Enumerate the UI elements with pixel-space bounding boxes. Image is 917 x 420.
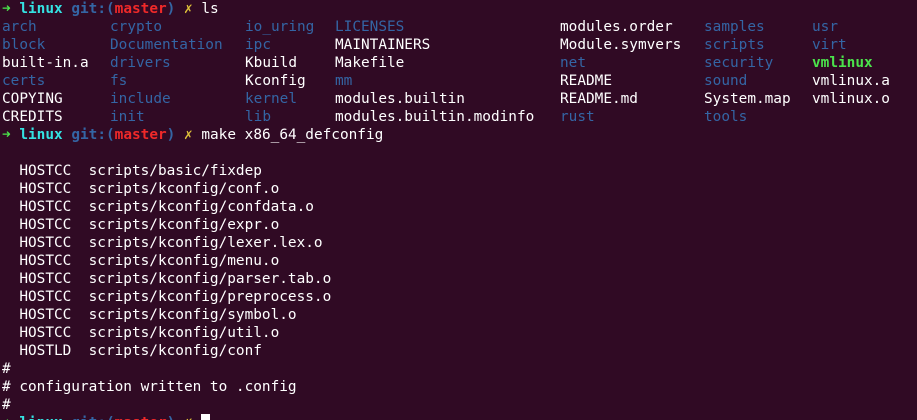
- prompt-git-prefix: git:(: [71, 1, 115, 17]
- ls-entry: Documentation: [110, 37, 223, 53]
- output-line: HOSTCC scripts/kconfig/confdata.o: [2, 199, 314, 215]
- ls-column: io_uring ipc Kbuild Kconfig kernel lib: [245, 18, 314, 126]
- prompt-line-2: ➜ linux git:(master) ✗ make x86_64_defco…: [2, 126, 917, 144]
- ls-entry: mm: [335, 73, 353, 89]
- ls-column: modules.order Module.symvers net README …: [560, 18, 681, 126]
- prompt-dir: linux: [19, 127, 63, 143]
- ls-entry: modules.builtin: [335, 91, 465, 107]
- prompt-line-3[interactable]: ➜ linux git:(master) ✗: [2, 414, 917, 420]
- ls-entry: vmlinux: [812, 55, 873, 71]
- ls-entry: certs: [2, 73, 46, 89]
- ls-entry: init: [110, 109, 145, 125]
- ls-entry: Kconfig: [245, 73, 306, 89]
- ls-entry: kernel: [245, 91, 297, 107]
- prompt-dir: linux: [19, 1, 63, 17]
- ls-entry: README: [560, 73, 612, 89]
- ls-entry: fs: [110, 73, 128, 89]
- ls-entry: scripts: [704, 37, 765, 53]
- ls-entry: ipc: [245, 37, 271, 53]
- prompt-dir: linux: [19, 415, 62, 420]
- prompt-git-prefix: git:(: [71, 415, 114, 420]
- ls-entry: lib: [245, 109, 271, 125]
- ls-column: arch block built-in.a certs COPYING CRED…: [2, 18, 89, 126]
- ls-entry: io_uring: [245, 19, 315, 35]
- ls-entry: arch: [2, 19, 37, 35]
- output-line: HOSTCC scripts/kconfig/menu.o: [2, 253, 280, 269]
- ls-entry: sound: [704, 73, 748, 89]
- ls-column: samples scripts security sound System.ma…: [704, 18, 791, 126]
- prompt-git-suffix: ): [166, 1, 176, 17]
- ls-entry: virt: [812, 37, 847, 53]
- ls-entry: vmlinux.o: [812, 91, 890, 107]
- ls-entry: Kbuild: [245, 55, 297, 71]
- ls-entry: modules.order: [560, 19, 673, 35]
- ls-entry: usr: [812, 19, 838, 35]
- prompt-arrow-icon: ➜: [2, 415, 11, 420]
- ls-entry: rust: [560, 109, 595, 125]
- prompt-branch: master: [115, 415, 167, 420]
- prompt-dirty-icon: ✗: [184, 127, 193, 143]
- output-line: HOSTCC scripts/kconfig/expr.o: [2, 217, 280, 233]
- ls-entry: vmlinux.a: [812, 73, 890, 89]
- ls-entry: samples: [704, 19, 765, 35]
- prompt-git-suffix: ): [166, 127, 176, 143]
- terminal-window[interactable]: ➜ linux git:(master) ✗ ls arch block bui…: [0, 0, 917, 420]
- prompt-dirty-icon: ✗: [184, 415, 193, 420]
- ls-entry: README.md: [560, 91, 638, 107]
- ls-entry: CREDITS: [2, 109, 63, 125]
- ls-entry: System.map: [704, 91, 791, 107]
- ls-entry: Module.symvers: [560, 37, 682, 53]
- command-text: make x86_64_defconfig: [201, 127, 384, 143]
- ls-entry: COPYING: [2, 91, 63, 107]
- ls-column: usr virt vmlinux vmlinux.a vmlinux.o: [812, 18, 890, 108]
- output-line: #: [2, 361, 11, 377]
- prompt-branch: master: [114, 1, 167, 17]
- ls-output: arch block built-in.a certs COPYING CRED…: [2, 18, 917, 126]
- ls-column: LICENSES MAINTAINERS Makefile mm modules…: [335, 18, 534, 126]
- output-line: #: [2, 397, 11, 413]
- ls-entry: block: [2, 37, 46, 53]
- ls-entry: MAINTAINERS: [335, 37, 431, 53]
- ls-entry: Makefile: [335, 55, 405, 71]
- make-output: HOSTCC scripts/basic/fixdep HOSTCC scrip…: [2, 144, 917, 414]
- output-line: HOSTLD scripts/kconfig/conf: [2, 343, 262, 359]
- prompt-git-suffix: ): [167, 415, 176, 420]
- output-line: # configuration written to .config: [2, 379, 297, 395]
- output-line: HOSTCC scripts/kconfig/parser.tab.o: [2, 271, 332, 287]
- output-line: HOSTCC scripts/kconfig/lexer.lex.o: [2, 235, 323, 251]
- output-line: HOSTCC scripts/kconfig/preprocess.o: [2, 289, 332, 305]
- ls-entry: net: [560, 55, 586, 71]
- text-cursor[interactable]: [201, 414, 211, 420]
- output-line: HOSTCC scripts/kconfig/conf.o: [2, 181, 280, 197]
- output-line: HOSTCC scripts/basic/fixdep: [2, 163, 262, 179]
- output-line: HOSTCC scripts/kconfig/util.o: [2, 325, 280, 341]
- ls-entry: drivers: [110, 55, 171, 71]
- ls-entry: include: [110, 91, 171, 107]
- ls-entry: LICENSES: [335, 19, 405, 35]
- ls-entry: security: [704, 55, 774, 71]
- output-line: HOSTCC scripts/kconfig/symbol.o: [2, 307, 297, 323]
- prompt-arrow-icon: ➜: [2, 1, 11, 17]
- ls-entry: built-in.a: [2, 55, 89, 71]
- ls-column: crypto Documentation drivers fs include …: [110, 18, 223, 126]
- prompt-git-prefix: git:(: [71, 127, 115, 143]
- prompt-arrow-icon: ➜: [2, 127, 11, 143]
- command-text: ls: [201, 1, 219, 17]
- prompt-dirty-icon: ✗: [184, 1, 193, 17]
- ls-entry: tools: [704, 109, 748, 125]
- ls-entry: modules.builtin.modinfo: [335, 109, 535, 125]
- ls-entry: crypto: [110, 19, 162, 35]
- prompt-line-1: ➜ linux git:(master) ✗ ls: [2, 0, 917, 18]
- prompt-branch: master: [114, 127, 167, 143]
